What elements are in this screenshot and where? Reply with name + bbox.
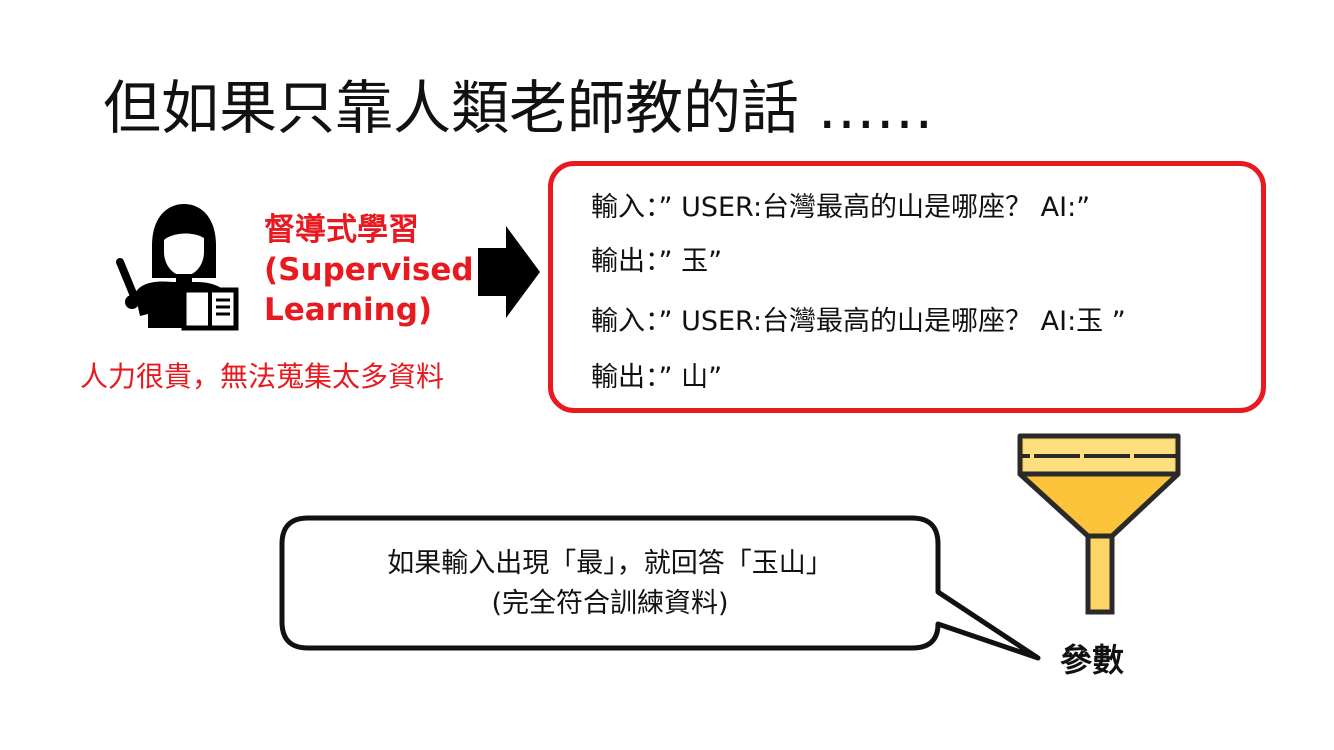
teacher-icon [116, 204, 239, 331]
supervised-learning-english-2: Learning) [264, 292, 433, 328]
example-output-1: 輸出：” 玉” [591, 246, 723, 277]
supervised-learning-english-1: (Supervised [264, 252, 474, 288]
bubble-line-1: 如果輸入出現「最」，就回答「玉山」 [387, 548, 833, 579]
supervised-learning-chinese: 督導式學習 [264, 212, 419, 248]
slide-title: 但如果只靠人類老師教的話 …… [103, 74, 934, 142]
example-input-2: 輸入：” USER:台灣最高的山是哪座？ AI:玉 ” [591, 306, 1126, 337]
training-examples-box: 輸入：” USER:台灣最高的山是哪座？ AI:” 輸出：” 玉” 輸入：” U… [548, 161, 1266, 413]
cost-note: 人力很貴，無法蒐集太多資料 [80, 360, 445, 393]
example-input-1: 輸入：” USER:台灣最高的山是哪座？ AI:” [591, 192, 1091, 223]
example-output-2: 輸出：” 山” [591, 362, 723, 393]
supervised-learning-label: 督導式學習 (Supervised Learning) [264, 210, 494, 330]
bubble-line-2: (完全符合訓練資料) [491, 588, 729, 619]
right-arrow-icon [478, 226, 540, 318]
parameters-label: 參數 [1060, 641, 1125, 679]
speech-bubble-text: 如果輸入出現「最」，就回答「玉山」 (完全符合訓練資料) [288, 544, 932, 624]
